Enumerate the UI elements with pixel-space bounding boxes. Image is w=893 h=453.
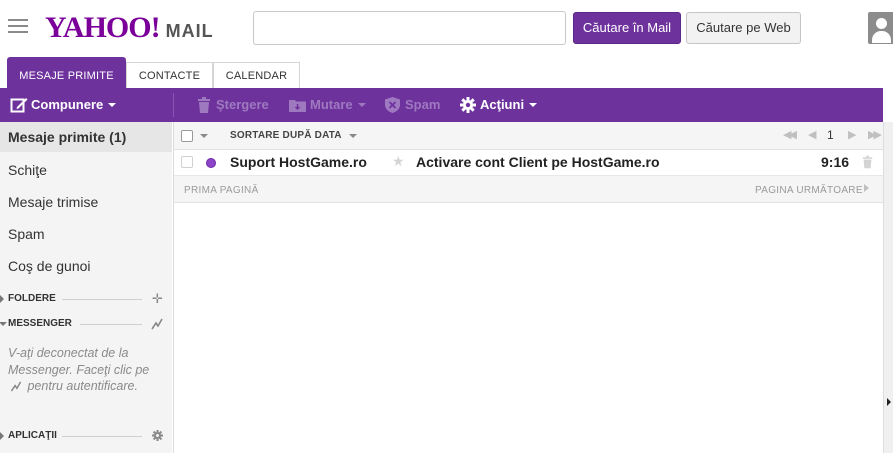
sort-label: SORTARE DUPĂ DATA <box>230 130 342 141</box>
search-web-button[interactable]: Căutare pe Web <box>686 12 801 44</box>
last-page-icon[interactable]: ▶▶ <box>868 128 882 141</box>
move-label: Mutare <box>310 97 353 112</box>
tab-inbox[interactable]: MESAJE PRIMITE <box>7 57 126 89</box>
sidebar-item-spam[interactable]: Spam <box>0 219 172 249</box>
actions-button[interactable]: Acţiuni <box>460 88 538 122</box>
chevron-down-icon <box>108 103 117 107</box>
search-mail-button[interactable]: Căutare în Mail <box>573 12 681 44</box>
message-row[interactable]: Suport HostGame.ro ★ Activare cont Clien… <box>174 150 884 176</box>
trash-icon[interactable] <box>862 155 873 169</box>
next-page-icon[interactable]: ▶ <box>848 128 856 141</box>
pager-row: PRIMA PAGINĂ PAGINA URMĂTOARE <box>174 176 884 203</box>
compose-button[interactable]: Compunere <box>10 88 117 122</box>
messenger-section[interactable]: MESSENGER <box>0 317 172 331</box>
messenger-text-2: pentru autentificare. <box>27 379 138 393</box>
spam-button[interactable]: Spam <box>385 88 440 122</box>
unread-dot-icon[interactable] <box>206 158 216 168</box>
yahoo-mail-logo[interactable]: YAHOO! MAIL <box>45 11 214 44</box>
logo-text: YAHOO! <box>45 11 161 44</box>
move-button[interactable]: Mutare <box>289 88 366 122</box>
first-page-icon[interactable]: ◀◀ <box>783 128 797 141</box>
compose-icon <box>10 98 28 113</box>
avatar[interactable] <box>868 12 893 44</box>
select-menu-chevron-icon[interactable] <box>200 134 208 138</box>
folders-label: FOLDERE <box>8 293 56 304</box>
search-input[interactable] <box>253 11 566 45</box>
delete-button[interactable]: Ştergere <box>197 88 269 122</box>
tab-calendar[interactable]: CALENDAR <box>213 62 300 89</box>
messenger-status-icon[interactable] <box>10 381 22 392</box>
logo-sub: MAIL <box>165 21 214 41</box>
header: YAHOO! MAIL Căutare în Mail Căutare pe W… <box>0 0 893 57</box>
message-checkbox[interactable] <box>181 156 193 168</box>
messenger-status-icon[interactable] <box>151 318 163 330</box>
prev-page-icon[interactable]: ◀ <box>808 128 816 141</box>
folders-section[interactable]: FOLDERE ✛ <box>0 292 172 306</box>
apps-label: APLICAŢII <box>8 430 57 441</box>
select-all-checkbox[interactable] <box>181 130 193 142</box>
delete-label: Ştergere <box>216 97 269 112</box>
sidebar: Mesaje primite (1) Schiţe Mesaje trimise… <box>0 122 172 453</box>
actions-label: Acţiuni <box>480 97 525 112</box>
message-sender: Suport HostGame.ro <box>230 154 367 170</box>
message-time: 9:16 <box>821 154 850 170</box>
expand-panel-icon[interactable] <box>887 398 891 406</box>
right-panel-edge[interactable] <box>883 122 893 453</box>
chevron-right-icon <box>864 184 869 192</box>
spam-shield-icon <box>385 97 400 113</box>
messenger-label: MESSENGER <box>8 318 72 329</box>
chevron-right-icon <box>0 295 4 303</box>
tab-contacts[interactable]: CONTACTE <box>126 62 213 89</box>
sidebar-item-drafts[interactable]: Schiţe <box>0 155 172 185</box>
page-number: 1 <box>827 128 834 142</box>
message-list-pane: SORTARE DUPĂ DATA ◀◀ ◀ 1 ▶ ▶▶ Suport Hos… <box>173 122 884 453</box>
message-subject: Activare cont Client pe HostGame.ro <box>416 154 660 170</box>
add-folder-icon[interactable]: ✛ <box>152 292 163 305</box>
sidebar-item-inbox[interactable]: Mesaje primite (1) <box>0 122 172 152</box>
compose-label: Compunere <box>31 97 104 112</box>
gear-icon[interactable] <box>152 430 163 441</box>
toolbar: Compunere Ştergere Mutare Spam Acţiuni <box>0 88 883 122</box>
toolbar-divider <box>173 93 174 117</box>
sidebar-item-sent[interactable]: Mesaje trimise <box>0 187 172 217</box>
chevron-right-icon <box>0 432 4 440</box>
messenger-message: V-aţi deconectat de la Messenger. Faceţi… <box>8 345 158 395</box>
sort-menu[interactable]: SORTARE DUPĂ DATA <box>230 122 357 150</box>
sidebar-item-trash[interactable]: Coş de gunoi <box>0 251 172 281</box>
first-page-link[interactable]: PRIMA PAGINĂ <box>184 185 259 196</box>
chevron-down-icon <box>0 322 7 326</box>
list-header: SORTARE DUPĂ DATA ◀◀ ◀ 1 ▶ ▶▶ <box>174 122 884 150</box>
chevron-down-icon <box>357 103 366 107</box>
trash-icon <box>198 97 210 113</box>
next-page-link[interactable]: PAGINA URMĂTOARE <box>755 185 863 196</box>
messenger-text-1: V-aţi deconectat de la Messenger. Faceţi… <box>8 346 150 377</box>
spam-label: Spam <box>405 97 441 112</box>
gear-icon <box>460 97 476 113</box>
star-icon[interactable]: ★ <box>392 153 405 170</box>
chevron-down-icon <box>529 103 538 107</box>
menu-icon[interactable] <box>8 19 28 35</box>
chevron-down-icon <box>348 134 357 138</box>
folder-move-icon <box>289 100 306 112</box>
apps-section[interactable]: APLICAŢII <box>0 429 172 443</box>
